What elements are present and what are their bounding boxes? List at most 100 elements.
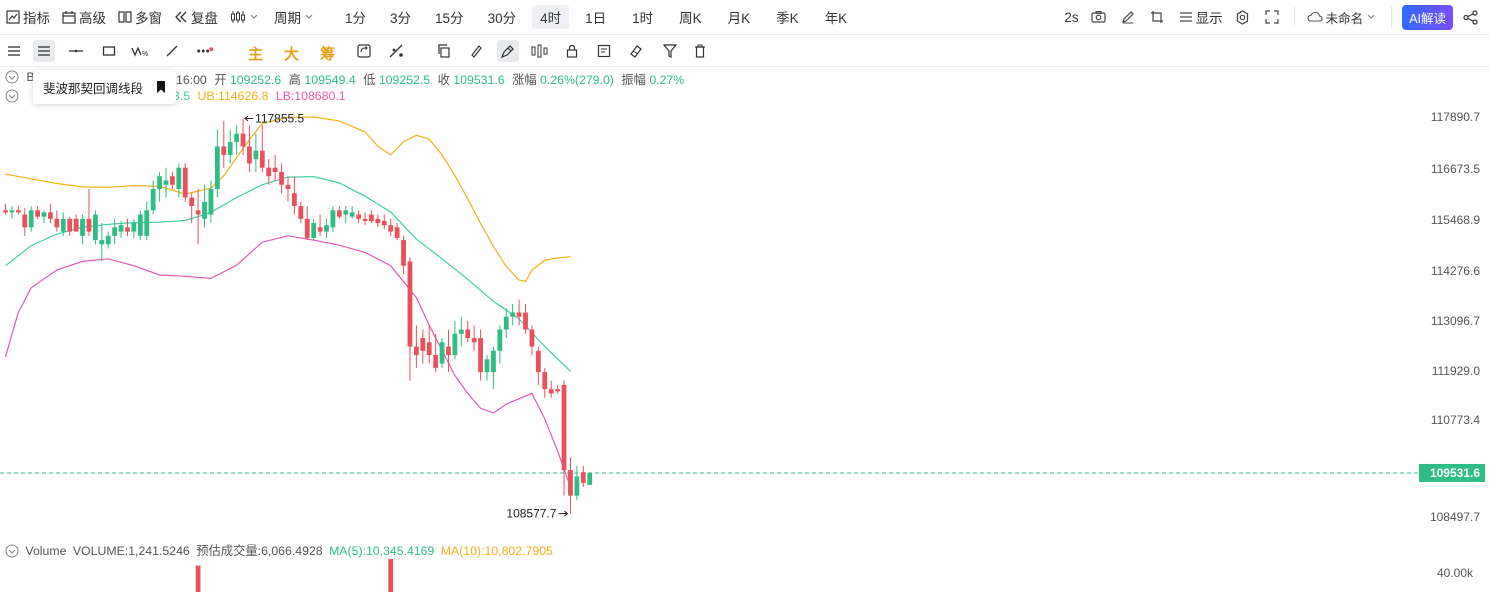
candle [285, 176, 291, 202]
candle [73, 214, 79, 232]
candle [182, 163, 188, 202]
change-label: 涨幅 [512, 73, 537, 87]
candle [401, 235, 406, 275]
candle [529, 325, 535, 356]
candle [343, 206, 349, 224]
candle-body [535, 350, 541, 373]
collapse-icon[interactable] [5, 70, 19, 84]
candle [478, 329, 483, 381]
candle-body [413, 346, 419, 356]
candle-body [112, 227, 118, 236]
candle [555, 384, 561, 394]
candle [163, 167, 169, 198]
volume-axis-label: 40.00k [1437, 566, 1474, 580]
candle-body [542, 372, 548, 390]
candle [407, 257, 413, 381]
candle-body [343, 210, 349, 215]
candle [420, 329, 426, 364]
candle [362, 212, 368, 226]
candle [304, 206, 310, 241]
candle [574, 465, 580, 500]
candle [99, 223, 105, 262]
candle-body [266, 167, 272, 177]
candle [426, 325, 432, 364]
candle-body [247, 146, 252, 164]
boll-row [5, 89, 19, 103]
candle-body [439, 342, 445, 364]
open-label: 开 [214, 73, 227, 87]
candle-body [580, 472, 586, 483]
candle-body [182, 167, 188, 198]
volume-ma10: MA(10):10,802.7905 [440, 544, 553, 558]
bookmark-icon[interactable] [156, 81, 166, 93]
candle [35, 206, 40, 219]
candle-body [324, 225, 329, 232]
candle [9, 206, 15, 219]
candle-body [170, 176, 175, 185]
candle [491, 346, 496, 390]
candle-body [60, 218, 66, 232]
amplitude-value: 0.27% [649, 73, 685, 87]
price-axis: 117890.7 116673.5 115468.9 114276.6 113096.7… [1419, 110, 1485, 524]
candle [369, 210, 374, 224]
candle [227, 129, 233, 164]
candle [292, 176, 297, 215]
candle-body [356, 214, 361, 219]
candle [28, 206, 34, 232]
candle [86, 188, 92, 236]
candle [272, 154, 278, 181]
candle-body [86, 218, 92, 232]
candle [484, 355, 490, 381]
candle-body [253, 150, 259, 160]
candle-body [221, 146, 227, 155]
candle [22, 208, 28, 236]
candle-body [41, 212, 47, 217]
last-price-tag: 109531.6 [1419, 463, 1485, 482]
collapse-icon[interactable] [5, 89, 19, 103]
candle-body [330, 210, 336, 228]
candle-body [304, 218, 310, 238]
candle-body [523, 312, 528, 330]
change-value: 0.26%(279.0) [540, 73, 614, 87]
candle [240, 118, 246, 155]
candle [535, 346, 541, 385]
high-label: 高 [288, 73, 301, 87]
candle-body [510, 312, 516, 317]
volume-ma5: MA(5):10,345.4169 [329, 544, 435, 558]
collapse-icon[interactable] [5, 544, 19, 558]
y-tick-label: 108497.7 [1430, 510, 1480, 524]
candle-body [401, 240, 406, 266]
candle-body [336, 210, 342, 217]
high-marker-label: 117855.5 [255, 111, 304, 125]
candle [157, 171, 162, 202]
candle-body [189, 197, 195, 207]
candle-body [28, 210, 34, 228]
candle [125, 218, 130, 236]
candle-body [292, 193, 297, 207]
candle-body [240, 133, 246, 147]
volume-bar [195, 565, 201, 592]
candle [381, 214, 387, 230]
candle-body [234, 133, 240, 143]
candle-body [375, 218, 381, 224]
candle-body [125, 227, 130, 232]
candle [433, 333, 439, 373]
candle-body [73, 218, 79, 232]
boll-ub-value: UB:114626.8 [197, 89, 269, 103]
candle-body [433, 355, 439, 368]
candle-body [388, 225, 394, 232]
close-value: 109531.6 [453, 73, 505, 87]
candle [349, 206, 355, 219]
candle [3, 203, 8, 215]
open-value: 109252.6 [229, 73, 282, 87]
candle-body [446, 346, 451, 356]
y-tick-label: 115468.9 [1431, 213, 1480, 227]
candle-body [420, 338, 426, 351]
candle-body [317, 227, 323, 232]
ohlc-values: 16:00 开 109252.6 高 109549.4 低 109252.5 收… [176, 70, 684, 88]
candle-body [259, 150, 265, 168]
volume-value: VOLUME:1,241.5246 [72, 544, 190, 558]
candle [137, 210, 143, 241]
boll-mid-line [5, 175, 571, 372]
candle [170, 171, 175, 189]
